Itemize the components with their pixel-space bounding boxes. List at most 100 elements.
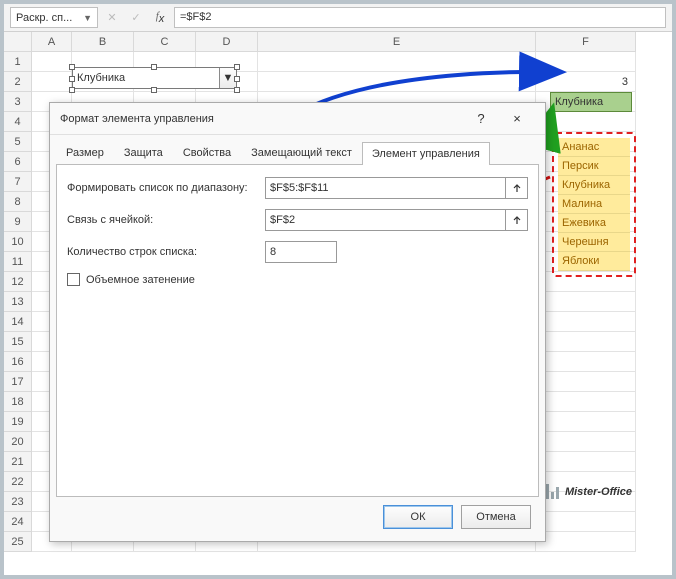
help-button[interactable]: ?: [463, 107, 499, 131]
range-picker-icon[interactable]: [506, 177, 528, 199]
close-button[interactable]: ×: [499, 107, 535, 131]
row-header[interactable]: 18: [4, 392, 32, 412]
resize-handle[interactable]: [151, 64, 157, 70]
dialog-tabs: РазмерЗащитаСвойстваЗамещающий текстЭлем…: [50, 135, 545, 164]
row-header[interactable]: 2: [4, 72, 32, 92]
name-box-value: Раскр. сп...: [16, 12, 72, 24]
list-item[interactable]: Ежевика: [558, 214, 630, 233]
cell[interactable]: [536, 532, 636, 552]
row-header[interactable]: 21: [4, 452, 32, 472]
link-input[interactable]: [265, 209, 506, 231]
cell[interactable]: [258, 72, 536, 92]
cell[interactable]: [536, 52, 636, 72]
formula-bar[interactable]: =$F$2: [174, 7, 666, 28]
cell[interactable]: [258, 52, 536, 72]
row-header[interactable]: 7: [4, 172, 32, 192]
cell[interactable]: [536, 372, 636, 392]
row-header[interactable]: 8: [4, 192, 32, 212]
row-header[interactable]: 22: [4, 472, 32, 492]
row-header[interactable]: 11: [4, 252, 32, 272]
range-input[interactable]: [265, 177, 506, 199]
row-header[interactable]: 5: [4, 132, 32, 152]
cell[interactable]: [536, 412, 636, 432]
row-header[interactable]: 24: [4, 512, 32, 532]
list-item[interactable]: Ананас: [558, 138, 630, 157]
row-header[interactable]: 14: [4, 312, 32, 332]
dialog-tab[interactable]: Защита: [114, 141, 173, 164]
cell[interactable]: [536, 312, 636, 332]
cell[interactable]: [32, 52, 72, 72]
cell[interactable]: [32, 72, 72, 92]
resize-handle[interactable]: [234, 87, 240, 93]
list-item[interactable]: Малина: [558, 195, 630, 214]
row-header[interactable]: 6: [4, 152, 32, 172]
resize-handle[interactable]: [234, 76, 240, 82]
row-header[interactable]: 10: [4, 232, 32, 252]
row-header[interactable]: 25: [4, 532, 32, 552]
select-all-corner[interactable]: [4, 32, 32, 52]
form-combobox[interactable]: Клубника ▼: [72, 67, 237, 89]
cell-f2[interactable]: 3: [550, 72, 632, 92]
resize-handle[interactable]: [234, 64, 240, 70]
cell[interactable]: [536, 332, 636, 352]
resize-handle[interactable]: [69, 76, 75, 82]
cell[interactable]: [536, 432, 636, 452]
cell[interactable]: [536, 452, 636, 472]
formula-toolbar: Раскр. сп... ▼ ✕ ✓ fx =$F$2: [4, 4, 672, 32]
fx-icon[interactable]: fx: [150, 8, 170, 28]
cell[interactable]: [536, 512, 636, 532]
row-header[interactable]: 1: [4, 52, 32, 72]
cancel-button[interactable]: Отмена: [461, 505, 531, 529]
row-header[interactable]: 4: [4, 112, 32, 132]
column-header[interactable]: E: [258, 32, 536, 52]
row-header[interactable]: 15: [4, 332, 32, 352]
shadow-checkbox[interactable]: Объемное затенение: [67, 273, 528, 286]
list-item[interactable]: Персик: [558, 157, 630, 176]
dialog-titlebar[interactable]: Формат элемента управления ? ×: [50, 103, 545, 135]
row-header[interactable]: 19: [4, 412, 32, 432]
dialog-title: Формат элемента управления: [60, 113, 214, 125]
list-item[interactable]: Яблоки: [558, 252, 630, 271]
watermark: Mister-Office: [541, 484, 632, 499]
dialog-tab[interactable]: Элемент управления: [362, 142, 490, 165]
row-header[interactable]: 12: [4, 272, 32, 292]
resize-handle[interactable]: [151, 87, 157, 93]
list-item[interactable]: Клубника: [558, 176, 630, 195]
column-header[interactable]: C: [134, 32, 196, 52]
format-control-dialog: Формат элемента управления ? × РазмерЗащ…: [49, 102, 546, 542]
dialog-tab[interactable]: Размер: [56, 141, 114, 164]
cell-f3[interactable]: Клубника: [550, 92, 632, 112]
name-box[interactable]: Раскр. сп... ▼: [10, 7, 98, 28]
dialog-tab[interactable]: Замещающий текст: [241, 141, 362, 164]
watermark-text: Mister-Office: [565, 486, 632, 498]
lines-label: Количество строк списка:: [67, 246, 265, 258]
resize-handle[interactable]: [69, 64, 75, 70]
column-header[interactable]: F: [536, 32, 636, 52]
lines-input[interactable]: [265, 241, 337, 263]
column-header[interactable]: B: [72, 32, 134, 52]
source-list-highlight: АнанасПерсикКлубникаМалинаЕжевикаЧерешня…: [552, 132, 636, 277]
row-header[interactable]: 13: [4, 292, 32, 312]
ok-button[interactable]: ОК: [383, 505, 453, 529]
row-header[interactable]: 23: [4, 492, 32, 512]
row-header[interactable]: 16: [4, 352, 32, 372]
cell[interactable]: [536, 292, 636, 312]
cell[interactable]: [536, 352, 636, 372]
list-item[interactable]: Черешня: [558, 233, 630, 252]
row-header[interactable]: 20: [4, 432, 32, 452]
cell[interactable]: [536, 112, 636, 132]
checkbox-icon: [67, 273, 80, 286]
link-label: Связь с ячейкой:: [67, 214, 265, 226]
row-header[interactable]: 17: [4, 372, 32, 392]
dialog-tab[interactable]: Свойства: [173, 141, 241, 164]
link-picker-icon[interactable]: [506, 209, 528, 231]
chevron-down-icon: ▼: [83, 13, 92, 23]
row-header[interactable]: 3: [4, 92, 32, 112]
accept-formula-icon: ✓: [126, 8, 146, 28]
checkbox-label: Объемное затенение: [86, 274, 195, 286]
resize-handle[interactable]: [69, 87, 75, 93]
row-header[interactable]: 9: [4, 212, 32, 232]
column-header[interactable]: A: [32, 32, 72, 52]
column-header[interactable]: D: [196, 32, 258, 52]
cell[interactable]: [536, 392, 636, 412]
